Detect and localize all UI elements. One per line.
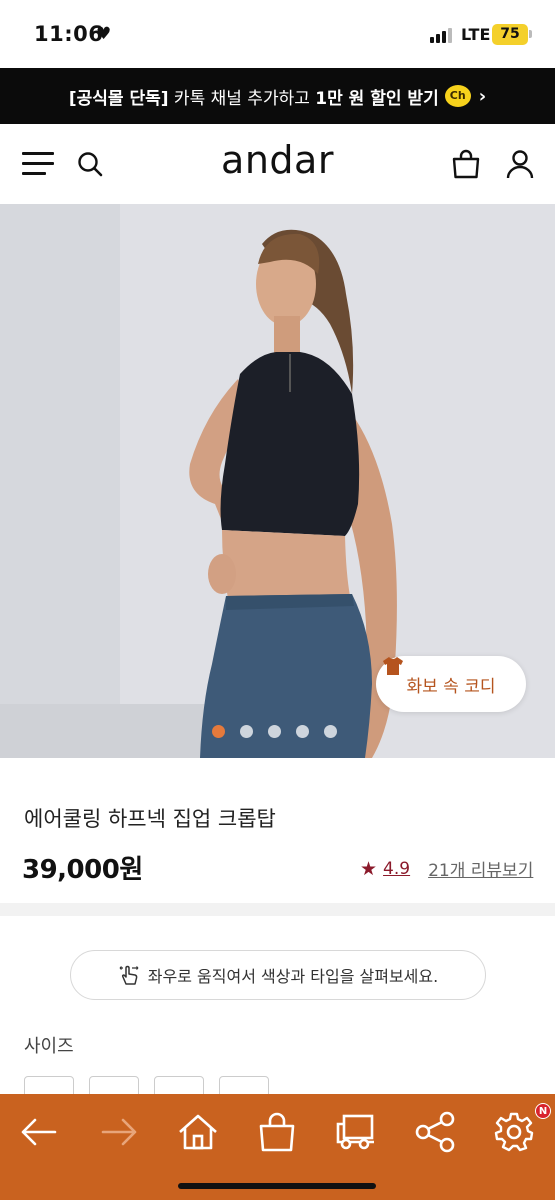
status-bar: 11:06 ♥ LTE 75 [0, 0, 555, 68]
back-arrow-icon[interactable] [17, 1110, 61, 1154]
shopping-bag-icon[interactable] [450, 148, 482, 180]
battery-icon: 75 [492, 24, 528, 45]
product-price: 39,000원 [22, 855, 143, 885]
home-indicator [178, 1183, 376, 1189]
kakao-channel-icon: Ch [444, 85, 471, 107]
battery-tip [529, 30, 532, 38]
star-icon: ★ [360, 857, 378, 880]
reviews-link[interactable]: 21개 리뷰보기 [428, 856, 533, 881]
share-icon[interactable] [413, 1110, 457, 1154]
promo-banner[interactable]: [공식몰 단독] 카톡 채널 추가하고 1만 원 할인 받기 Ch › [0, 68, 555, 124]
user-icon[interactable] [504, 148, 536, 180]
carousel-dot[interactable] [296, 725, 309, 738]
promo-text: 카톡 채널 추가하고 [168, 88, 316, 109]
forward-arrow-icon[interactable] [97, 1110, 141, 1154]
carousel-indicators [212, 725, 337, 738]
product-name: 에어쿨링 하프넥 집업 크롭탑 [24, 807, 276, 831]
heart-icon: ♥ [96, 24, 112, 44]
shopping-bag-icon[interactable] [255, 1110, 299, 1154]
photoshoot-coordi-button[interactable]: 화보 속 코디 [376, 656, 526, 712]
carousel-dot[interactable] [212, 725, 225, 738]
chevron-right-icon: › [478, 85, 487, 107]
home-icon[interactable] [176, 1110, 220, 1154]
product-page: 11:06 ♥ LTE 75 [공식몰 단독] 카톡 채널 추가하고 1만 원 … [0, 0, 555, 1200]
swipe-hint-pill: 좌우로 움직여서 색상과 타입을 살펴보세요. [70, 950, 486, 1000]
rating-score[interactable]: 4.9 [383, 859, 410, 879]
coordi-label: 화보 속 코디 [406, 676, 496, 697]
size-label: 사이즈 [24, 1036, 74, 1057]
signal-icon [430, 27, 456, 43]
settings-gear-icon[interactable] [492, 1110, 536, 1154]
notification-badge: N [535, 1103, 551, 1119]
network-label: LTE [461, 25, 491, 44]
swipe-hint-text: 좌우로 움직여서 색상과 타입을 살펴보세요. [147, 967, 439, 986]
swipe-hand-icon [119, 965, 139, 985]
product-rating: ★ 4.9 21개 리뷰보기 [360, 856, 533, 882]
tshirt-icon [383, 657, 403, 675]
product-image-carousel[interactable]: 화보 속 코디 [0, 204, 555, 758]
section-divider [0, 903, 555, 916]
status-time: 11:06 [34, 22, 104, 46]
delivery-truck-icon[interactable] [334, 1110, 378, 1154]
site-header: andar [0, 124, 555, 204]
carousel-dot[interactable] [268, 725, 281, 738]
carousel-dot[interactable] [324, 725, 337, 738]
promo-tag: [공식몰 단독] [68, 88, 169, 109]
promo-highlight: 1만 원 할인 받기 [315, 88, 439, 109]
carousel-dot[interactable] [240, 725, 253, 738]
